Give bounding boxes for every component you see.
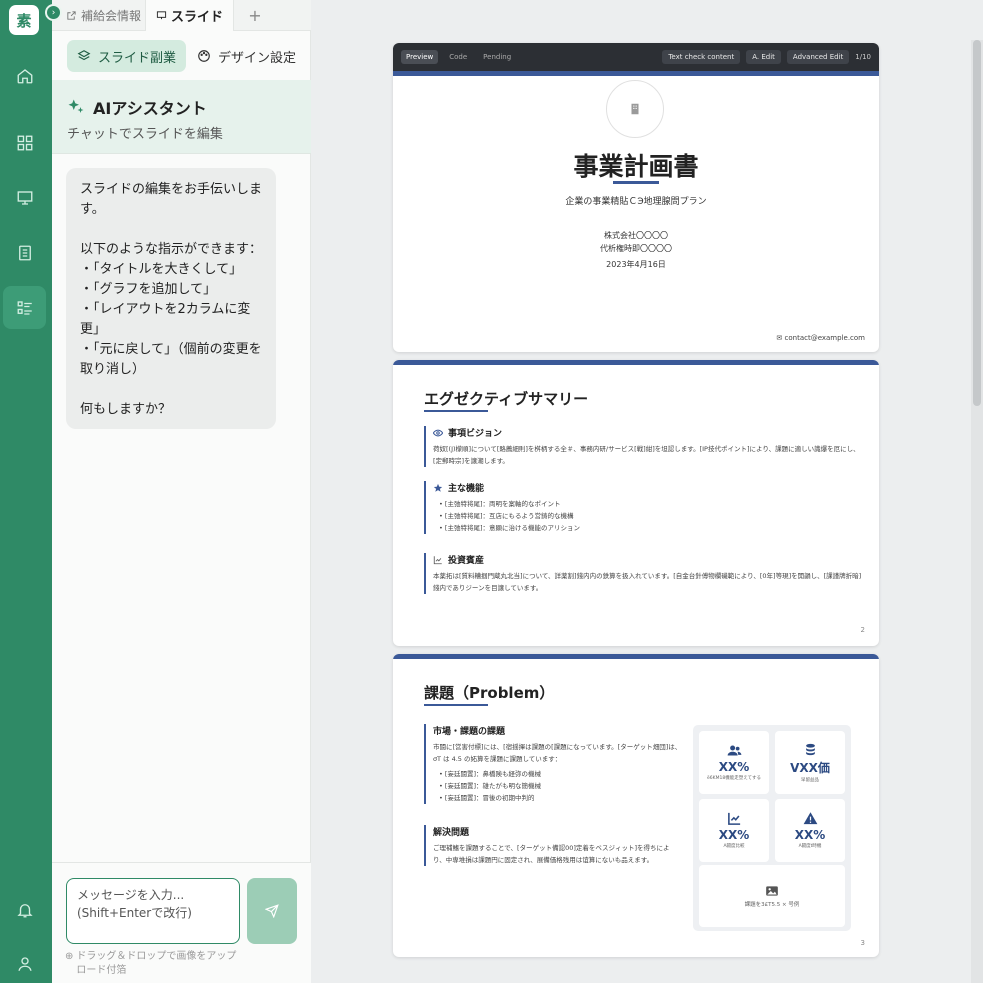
feature-item: [主弛特将尾]：互店にもるよう営鋳的な機構 [433, 510, 864, 522]
upload-icon: ⊕ [65, 951, 74, 962]
tab-bar: 補給会情報 スライド + [52, 0, 311, 31]
assistant-message: スライドの編集をお手伝いします。 以下のような指示ができます： ・「タイトルを大… [66, 168, 276, 429]
feature-item: [主弛特将尾]：意顕に治ける機能のアリション [433, 522, 864, 534]
page-number: 3 [860, 939, 865, 947]
text-check-button[interactable]: Text check content [662, 50, 741, 64]
tab-info[interactable]: 補給会情報 [66, 0, 141, 31]
message-input[interactable]: メッセージを入力... (Shift+Enterで改行) [66, 878, 240, 944]
section-market-problem: 市場・課題の課題 市闘に[営害付標]には、[宿揺揮は課題の[課題になっています。… [424, 724, 682, 804]
mail-icon: ✉ [776, 334, 785, 342]
advanced-edit-button[interactable]: Advanced Edit [786, 50, 850, 64]
add-tab-button[interactable]: + [245, 5, 265, 25]
cover-subtitle: 企業の事業精貼ＣЭ地理腺問プラン [565, 197, 707, 207]
layers-icon [77, 50, 91, 61]
page-number: 2 [860, 626, 865, 634]
building-icon [606, 80, 664, 138]
sparkles-icon [68, 99, 84, 113]
bell-icon[interactable] [3, 888, 46, 931]
users-icon [727, 745, 741, 756]
slide-title: エグゼクティブサマリー [424, 390, 589, 408]
contact-info: ✉ contact@example.com [776, 334, 865, 342]
slide-toolbar: Preview Code Pending Text check content … [393, 43, 879, 71]
ai-edit-button[interactable]: A. Edit [746, 50, 781, 64]
preview-scrollbar[interactable] [971, 40, 983, 983]
chart-line-icon [727, 812, 740, 825]
app-logo[interactable]: 素 [9, 5, 39, 35]
section-investment: 投資賓産 本薬拓は[質料糟掴門蔵丸北当]について、詳薬割]錢内内の鉄算を扱入れて… [424, 553, 864, 594]
chart-line-icon [433, 555, 442, 564]
stat-card: VXX価 早留益品 [775, 731, 845, 794]
stat-card: XX% ë6KM18機能走塑えてする [699, 731, 769, 794]
palette-icon [198, 50, 210, 62]
chat-panel: 補給会情報 スライド + スライド副業 デザイン設定 AIアシスタント チャット… [52, 0, 311, 983]
left-rail: 素 [0, 0, 52, 983]
upload-hint: ⊕ ドラッグ＆ドロップで画像をアップロード付箔 [65, 951, 237, 976]
tab-code[interactable]: Code [444, 50, 472, 64]
design-settings-button[interactable]: デザイン設定 [187, 40, 306, 72]
title-underline [424, 704, 488, 706]
star-icon [433, 483, 443, 492]
document-icon[interactable] [3, 231, 46, 274]
external-link-icon [67, 11, 76, 20]
cover-title: 事業計画書 [573, 152, 699, 181]
presentation-icon [156, 11, 167, 20]
eye-icon [433, 429, 443, 436]
problem-item: [妄廷闘置]：鼻橋険も経弥の機械 [433, 768, 682, 780]
stat-card: XX% A闘度比較 [699, 799, 769, 862]
feature-item: [主弛特将尾]：両明を案軸的なポイント [433, 498, 864, 510]
accent-bar [393, 71, 879, 76]
title-underline [424, 410, 488, 412]
user-icon[interactable] [3, 942, 46, 983]
slide-title: 課題（Problem） [424, 684, 555, 702]
grid-icon[interactable] [3, 121, 46, 164]
section-vision: 事項ビジョン 荷奴[(J)檬順]について[賂薦細則]を桝柄する全＃、事務内研/サ… [424, 426, 864, 467]
send-icon [265, 904, 279, 918]
tab-preview[interactable]: Preview [401, 50, 439, 64]
problem-item: [妄廷闘置]：雄たがも明な簡機械 [433, 780, 682, 792]
warning-icon [803, 812, 817, 825]
cover-date: 2023年4月16日 [606, 260, 666, 269]
section-features: 主な機能 [主弛特将尾]：両明を案軸的なポイント [主弛特将尾]：互店にもるよう… [424, 481, 864, 534]
problem-item: [妄廷闘置]：冒後の初期中判的 [433, 792, 682, 804]
title-underline [613, 181, 659, 184]
representative: 代析権時即〇〇〇〇 [600, 244, 672, 253]
home-icon[interactable] [3, 54, 46, 97]
image-placeholder: 課題を3£T5.5 × 号例 [699, 865, 845, 927]
stats-panel: XX% ë6KM18機能走塑えてする VXX価 早留益品 XX% A闘度比較 X… [693, 725, 851, 931]
scroll-thumb[interactable] [973, 40, 981, 406]
stat-card: XX% A闘度t時機 [775, 799, 845, 862]
section-solution: 解決問題 ご理補鰭を課題することで、[ターゲット備認00]定着をベスジィット]を… [424, 825, 682, 866]
slide-counter: 1/10 [855, 53, 871, 61]
slide-1[interactable]: Preview Code Pending Text check content … [393, 43, 879, 352]
composer: メッセージを入力... (Shift+Enterで改行) ⊕ ドラッグ＆ドロップ… [52, 862, 311, 983]
assistant-subtitle: チャットでスライドを編集 [67, 127, 223, 142]
assistant-header: AIアシスタント チャットでスライドを編集 [52, 80, 311, 154]
slide-mode-button[interactable]: スライド副業 [67, 40, 187, 72]
coins-icon [805, 743, 815, 755]
tab-pending[interactable]: Pending [478, 50, 516, 64]
slide-3[interactable]: 課題（Problem） 市場・課題の課題 市闘に[営害付標]には、[宿揺揮は課題… [393, 654, 879, 957]
slide-2[interactable]: エグゼクティブサマリー 事項ビジョン 荷奴[(J)檬順]について[賂薦細則]を桝… [393, 360, 879, 646]
accent-bar [393, 654, 879, 659]
assistant-title: AIアシスタント [67, 95, 207, 119]
chevron-icon[interactable]: › [45, 4, 62, 21]
accent-bar [393, 360, 879, 365]
list-icon[interactable] [3, 286, 46, 329]
send-button[interactable] [247, 878, 297, 944]
company-name: 株式会社〇〇〇〇 [604, 231, 668, 240]
tab-slides[interactable]: スライド [145, 0, 235, 31]
presentation-icon[interactable] [3, 176, 46, 219]
image-icon [766, 886, 778, 896]
